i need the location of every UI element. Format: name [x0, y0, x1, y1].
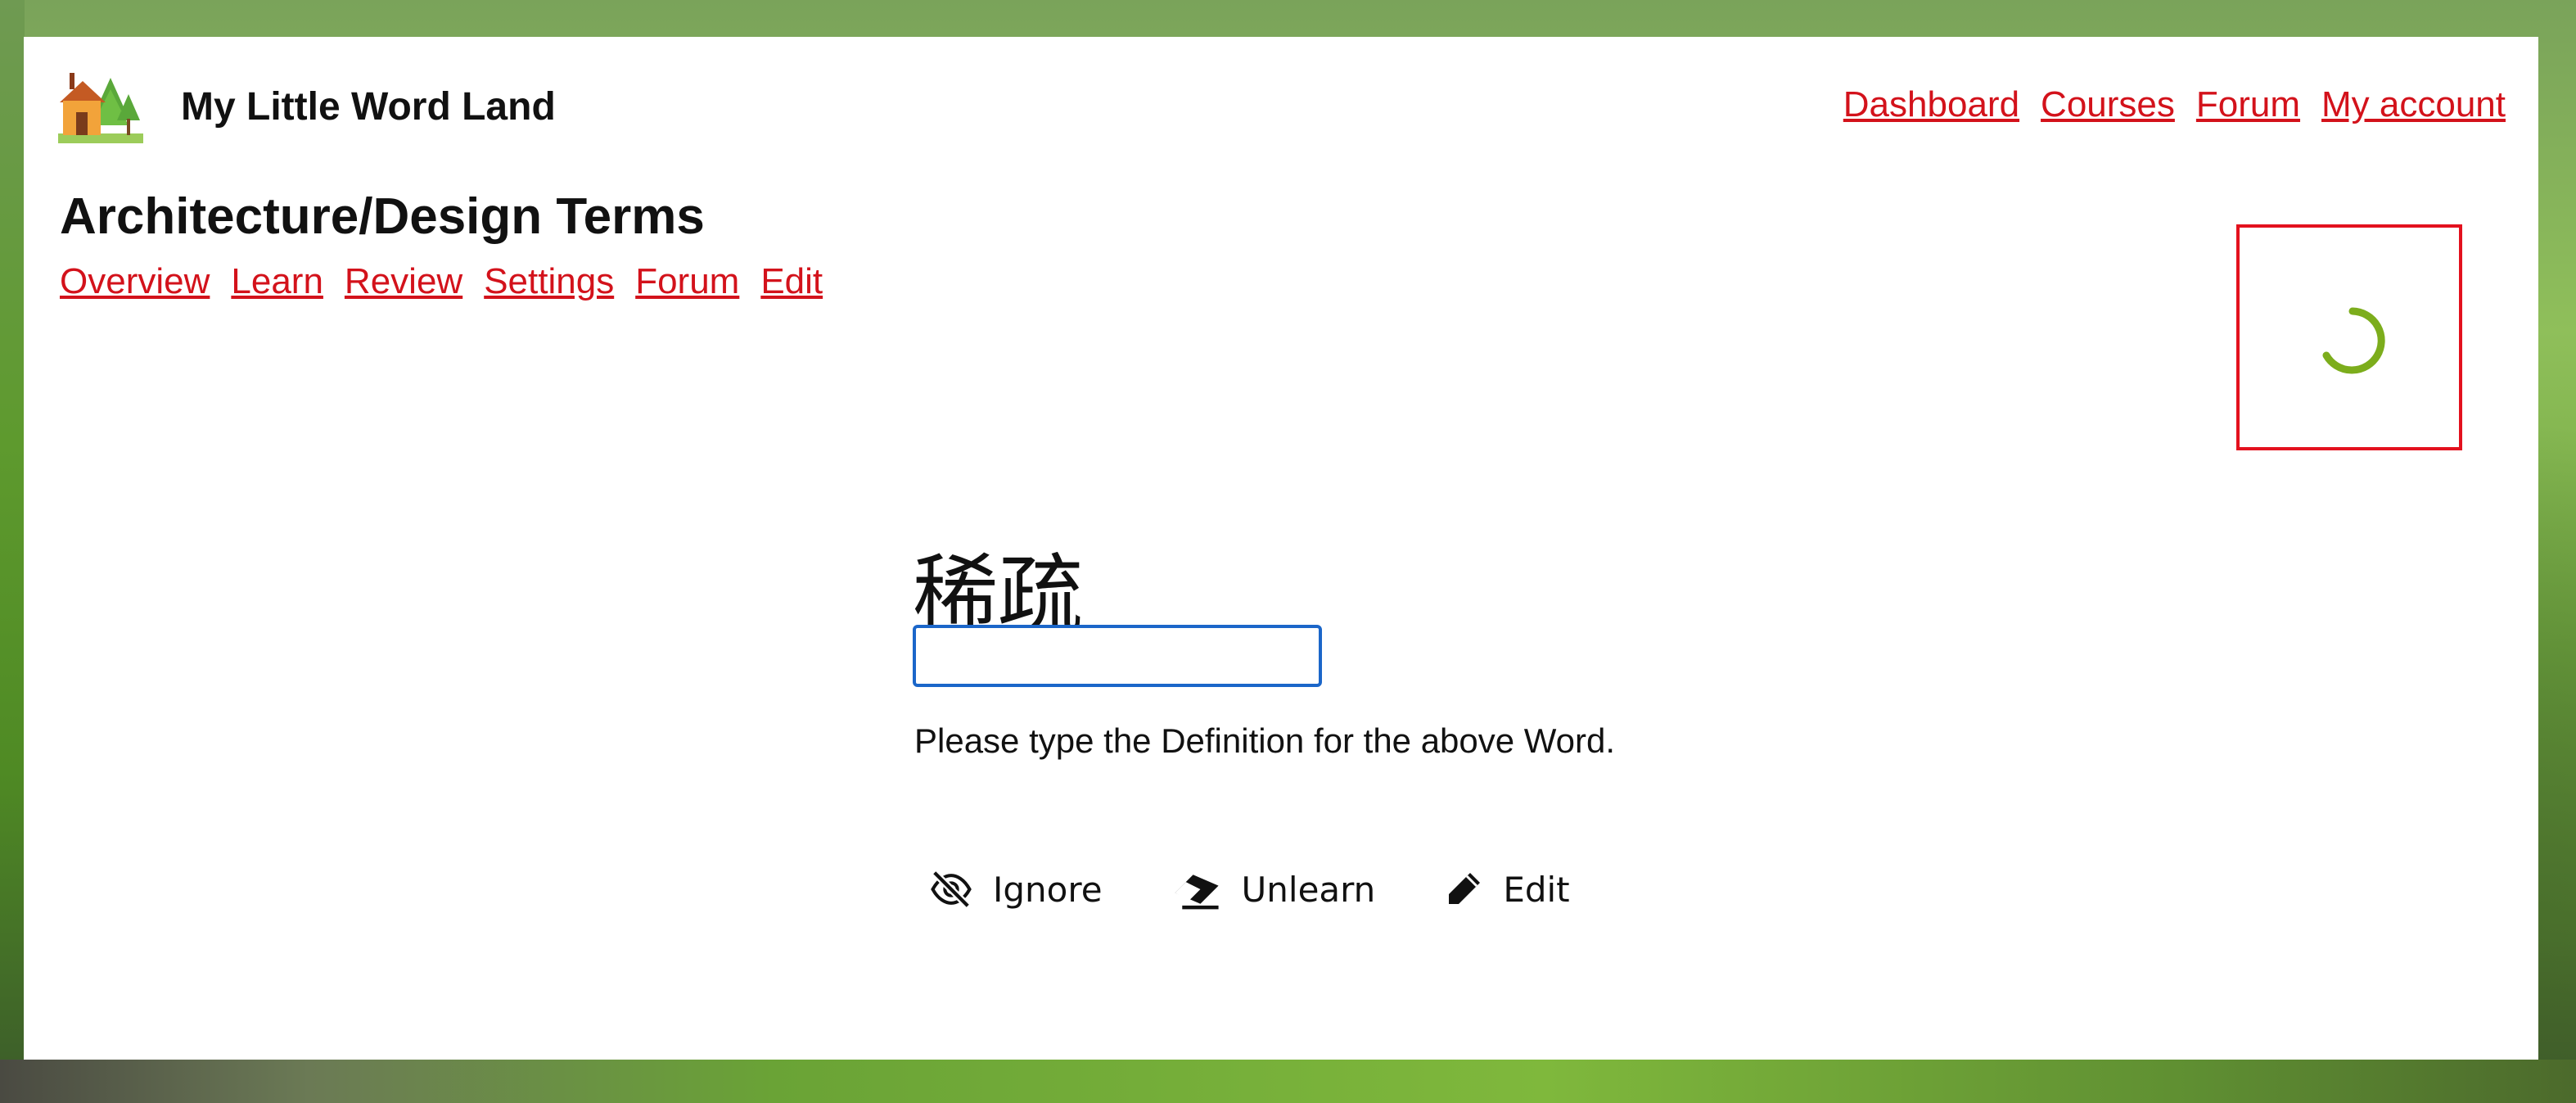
course-title: Architecture/Design Terms	[60, 188, 705, 245]
ignore-label: Ignore	[993, 869, 1103, 910]
unlearn-button[interactable]: Unlearn	[1171, 867, 1376, 911]
top-navigation: Dashboard Courses Forum My account	[1843, 84, 2506, 125]
quiz-prompt: Please type the Definition for the above…	[914, 721, 1616, 760]
course-tab-edit[interactable]: Edit	[760, 261, 823, 302]
house-with-trees-icon[interactable]	[58, 70, 143, 145]
answer-input[interactable]	[913, 625, 1322, 687]
main-panel: My Little Word Land Dashboard Courses Fo…	[24, 37, 2538, 1060]
unlearn-label: Unlearn	[1241, 869, 1376, 910]
ignore-button[interactable]: Ignore	[929, 867, 1103, 911]
course-tab-settings[interactable]: Settings	[484, 261, 614, 302]
edit-label: Edit	[1503, 869, 1570, 910]
course-tab-overview[interactable]: Overview	[60, 261, 210, 302]
nav-forum-link[interactable]: Forum	[2196, 84, 2300, 125]
course-tab-review[interactable]: Review	[345, 261, 462, 302]
loading-indicator-box	[2236, 224, 2462, 450]
pencil-icon	[1449, 873, 1481, 904]
course-tab-forum[interactable]: Forum	[635, 261, 739, 302]
quiz-actions: Ignore Unlearn Edit	[929, 867, 1570, 911]
nav-courses-link[interactable]: Courses	[2041, 84, 2175, 125]
site-brand[interactable]: My Little Word Land	[181, 84, 556, 129]
nav-dashboard-link[interactable]: Dashboard	[1843, 84, 2019, 125]
course-navigation: Overview Learn Review Settings Forum Edi…	[60, 261, 823, 302]
background-landscape-left	[0, 0, 25, 1103]
background-landscape-bottom	[0, 1060, 2576, 1103]
loading-spinner-icon	[2322, 307, 2385, 374]
course-tab-learn[interactable]: Learn	[231, 261, 323, 302]
eraser-icon	[1174, 875, 1219, 910]
edit-button[interactable]: Edit	[1444, 869, 1570, 910]
eye-slash-icon	[931, 870, 972, 909]
nav-my-account-link[interactable]: My account	[2321, 84, 2506, 125]
